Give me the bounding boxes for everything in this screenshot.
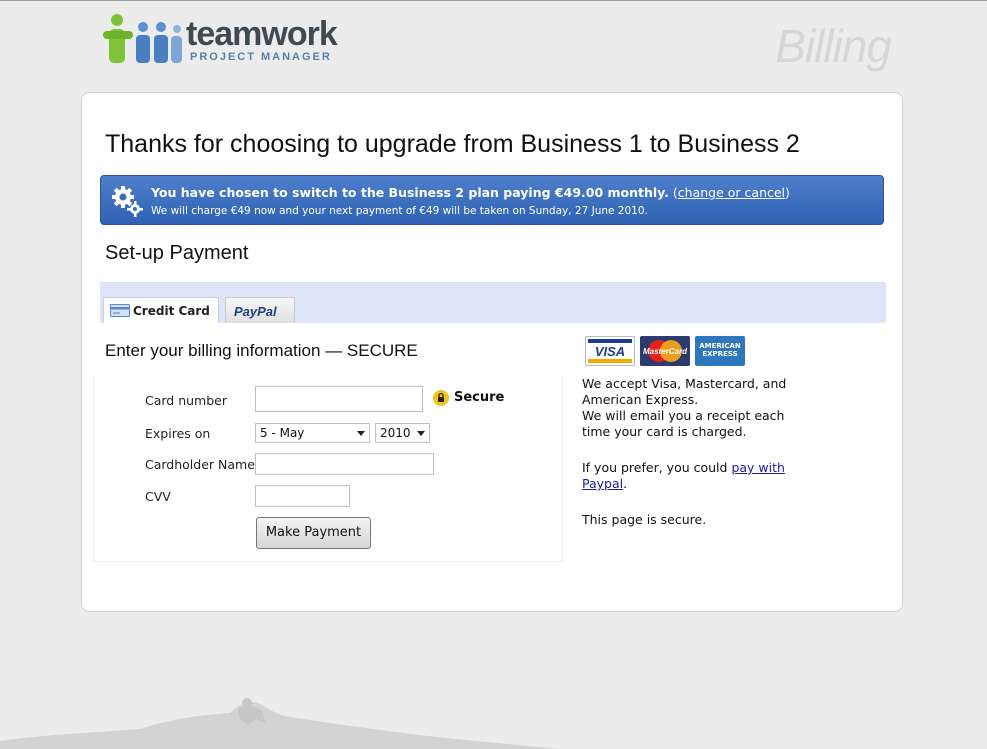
tab-paypal[interactable]: PayPal <box>225 297 295 323</box>
secure-label: Secure <box>454 390 505 405</box>
accept-line-2: American Express. <box>582 392 699 407</box>
logo-wordmark: teamwork <box>186 15 338 53</box>
secure-note: This page is secure. <box>582 512 707 527</box>
cardholder-name-input[interactable] <box>255 453 434 475</box>
cvv-input[interactable] <box>255 485 350 507</box>
accept-line-1: We accept Visa, Mastercard, and <box>582 376 787 391</box>
expiry-year-value: 2010 <box>380 426 411 440</box>
lock-icon <box>433 390 449 406</box>
plan-notice: You have chosen to switch to the Busines… <box>100 175 884 225</box>
card-number-input[interactable] <box>255 386 423 412</box>
pay-with-paypal-link-cont[interactable]: Paypal <box>582 476 623 491</box>
billing-heading: Enter your billing information — SECURE <box>105 341 418 360</box>
mastercard-logo: MasterCard <box>640 336 690 366</box>
cvv-label: CVV <box>145 489 171 504</box>
card-number-label: Card number <box>145 393 228 408</box>
prefer-suffix: . <box>623 476 628 491</box>
expiry-year-select[interactable]: 2010 <box>375 423 430 443</box>
expiry-month-select[interactable]: 5 - May <box>255 423 370 443</box>
mastercard-logo-text: MasterCard <box>643 347 688 356</box>
amex-logo: AMERICAN EXPRESS <box>695 336 745 366</box>
receipt-line-1: We will email you a receipt each <box>582 408 785 423</box>
section-title: Set-up Payment <box>105 242 249 264</box>
visa-logo-text: VISA <box>594 344 626 359</box>
payment-tabs: Credit Card PayPal <box>100 282 886 323</box>
billing-card: Thanks for choosing to upgrade from Busi… <box>81 92 903 612</box>
notice-plan-text: You have chosen to switch to the Busines… <box>151 185 669 200</box>
make-payment-button[interactable]: Make Payment <box>256 517 371 549</box>
expires-label: Expires on <box>145 426 211 441</box>
receipt-line-2: time your card is charged. <box>582 424 747 439</box>
logo-subtitle: PROJECT MANAGER <box>190 51 332 63</box>
billing-form: Card number Secure Expires on 5 - May 20… <box>93 375 563 562</box>
tab-paypal-label: PayPal <box>234 304 277 319</box>
expiry-month-value: 5 - May <box>260 426 305 440</box>
notice-paren-open: ( <box>668 185 678 200</box>
notice-paren-close: ) <box>785 185 790 200</box>
grass-silhouette-decoration <box>0 698 560 749</box>
chevron-down-icon <box>357 431 365 436</box>
tab-credit-card-label: Credit Card <box>133 304 210 318</box>
credit-card-icon <box>110 304 130 317</box>
pay-with-paypal-link[interactable]: pay with <box>731 460 785 475</box>
cardholder-label: Cardholder Name <box>145 457 255 472</box>
tab-credit-card[interactable]: Credit Card <box>103 297 219 323</box>
prefer-prefix: If you prefer, you could <box>582 460 732 475</box>
visa-logo: VISA <box>585 336 635 366</box>
accept-text: We accept Visa, Mastercard, and American… <box>582 376 786 440</box>
amex-logo-text: AMERICAN EXPRESS <box>699 342 741 358</box>
teamwork-logo[interactable]: teamwork PROJECT MANAGER <box>103 11 353 67</box>
notice-line-2: We will charge €49 now and your next pay… <box>151 205 648 217</box>
logo-figures-icon <box>103 14 182 63</box>
page-heading: Billing <box>775 20 892 72</box>
gear-icon <box>112 186 143 217</box>
change-or-cancel-link[interactable]: change or cancel <box>678 185 785 200</box>
notice-line-1: You have chosen to switch to the Busines… <box>151 185 790 200</box>
page-title: Thanks for choosing to upgrade from Busi… <box>105 130 800 158</box>
chevron-down-icon <box>417 431 425 436</box>
paypal-prefer-text: If you prefer, you could pay with Paypal… <box>582 460 785 492</box>
